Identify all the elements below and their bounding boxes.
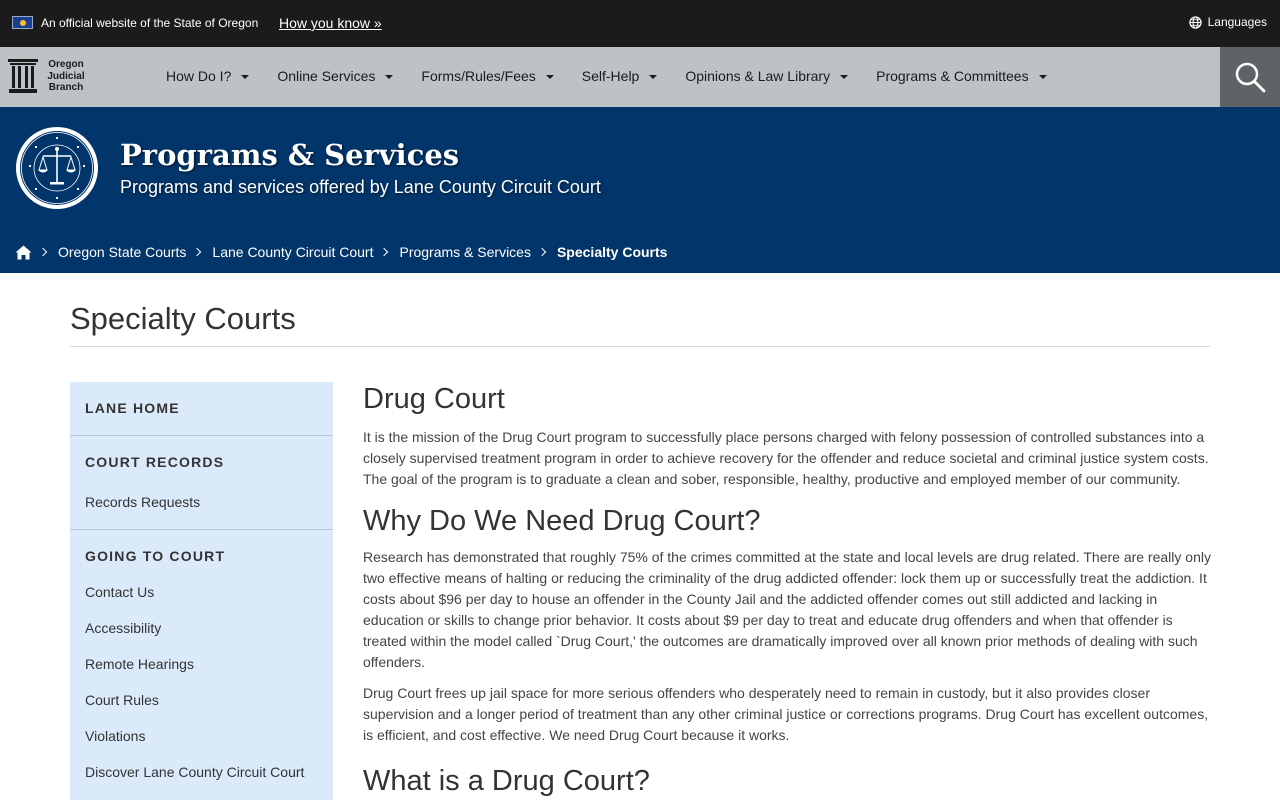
nav-label: Opinions & Law Library	[685, 68, 831, 84]
sidebar-section: GOING TO COURT Contact Us Accessibility …	[70, 530, 333, 799]
languages-label: Languages	[1207, 15, 1267, 29]
nav-opinions-law-library[interactable]: Opinions & Law Library	[685, 67, 849, 85]
main-content: Drug Court It is the mission of the Drug…	[363, 382, 1213, 800]
oregon-flag-icon	[12, 16, 33, 29]
courthouse-pillars-icon	[8, 59, 38, 93]
sidebar-link-violations[interactable]: Violations	[70, 727, 333, 763]
official-banner: An official website of the State of Oreg…	[0, 0, 1280, 47]
nav-label: Self-Help	[581, 68, 640, 84]
sidebar-link-remote-hearings[interactable]: Remote Hearings	[70, 655, 333, 691]
search-icon	[1235, 62, 1266, 93]
paragraph-research: Research has demonstrated that roughly 7…	[363, 549, 1211, 670]
how-you-know-link[interactable]: How you know »	[279, 14, 382, 32]
sidebar-link-court-rules[interactable]: Court Rules	[70, 691, 333, 727]
heading-drug-court: Drug Court	[363, 383, 505, 415]
sidebar-nav: LANE HOME COURT RECORDS Records Requests…	[70, 382, 333, 800]
breadcrumb: Oregon State Courts Lane County Circuit …	[15, 243, 667, 261]
caret-down-icon	[840, 75, 849, 79]
sidebar-section: LANE HOME	[70, 382, 333, 436]
nav-forms-rules-fees[interactable]: Forms/Rules/Fees	[421, 67, 554, 85]
nav-online-services[interactable]: Online Services	[277, 67, 394, 85]
caret-down-icon	[385, 75, 394, 79]
logo-text: Oregon Judicial Branch	[45, 59, 87, 94]
nav-programs-committees[interactable]: Programs & Committees	[876, 67, 1047, 85]
sidebar-section: COURT RECORDS Records Requests	[70, 436, 333, 530]
judicial-department-seal-icon	[16, 127, 98, 209]
caret-down-icon	[649, 75, 658, 79]
sidebar-link-records-requests[interactable]: Records Requests	[70, 493, 333, 529]
heading-why-drug-court: Why Do We Need Drug Court?	[363, 505, 761, 537]
caret-down-icon	[545, 75, 554, 79]
nav-label: Forms/Rules/Fees	[421, 68, 536, 84]
breadcrumb-link[interactable]: Lane County Circuit Court	[212, 243, 373, 261]
title-divider	[70, 346, 1210, 347]
logo-line: Oregon	[48, 59, 84, 70]
sidebar-link-accessibility[interactable]: Accessibility	[70, 619, 333, 655]
main-navigation: Oregon Judicial Branch How Do I? Online …	[0, 47, 1280, 107]
breadcrumb-link[interactable]: Oregon State Courts	[58, 243, 186, 261]
nav-self-help[interactable]: Self-Help	[582, 67, 658, 85]
nav-menu: How Do I? Online Services Forms/Rules/Fe…	[166, 67, 1075, 85]
sidebar-link-discover-lane[interactable]: Discover Lane County Circuit Court	[70, 763, 333, 799]
official-text: An official website of the State of Oreg…	[41, 16, 259, 30]
logo-line: Judicial	[47, 70, 85, 82]
sidebar-heading-court-records[interactable]: COURT RECORDS	[70, 436, 333, 493]
logo-line: Branch	[48, 82, 84, 93]
heading-what-is-drug-court: What is a Drug Court?	[363, 765, 650, 797]
nav-label: How Do I?	[166, 68, 232, 84]
search-button[interactable]	[1220, 47, 1280, 107]
chevron-right-icon	[38, 247, 48, 257]
hero-title: Programs & Services	[120, 138, 460, 172]
chevron-right-icon	[380, 247, 389, 257]
nav-label: Online Services	[277, 68, 376, 84]
breadcrumb-link[interactable]: Programs & Services	[399, 243, 530, 261]
languages-button[interactable]: Languages	[1188, 14, 1267, 30]
sidebar-heading-going-to-court[interactable]: GOING TO COURT	[70, 530, 333, 583]
hero-subtitle: Programs and services offered by Lane Co…	[120, 177, 601, 197]
sidebar-link-contact-us[interactable]: Contact Us	[70, 583, 333, 619]
globe-icon	[1188, 15, 1202, 29]
caret-down-icon	[241, 75, 250, 79]
sidebar-heading-lane-home[interactable]: LANE HOME	[70, 382, 333, 435]
chevron-right-icon	[193, 247, 202, 257]
nav-label: Programs & Committees	[876, 68, 1029, 84]
chevron-right-icon	[537, 247, 547, 257]
nav-how-do-i[interactable]: How Do I?	[166, 67, 250, 85]
breadcrumb-current: Specialty Courts	[556, 244, 668, 260]
paragraph-mission: It is the mission of the Drug Court prog…	[363, 429, 1209, 487]
page-hero: Programs & Services Programs and service…	[0, 107, 1280, 273]
paragraph-frees-jail-space: Drug Court frees up jail space for more …	[363, 685, 1209, 743]
caret-down-icon	[1038, 75, 1047, 79]
ojb-logo[interactable]: Oregon Judicial Branch	[8, 59, 103, 95]
home-icon[interactable]	[15, 245, 32, 260]
page-title: Specialty Courts	[70, 301, 296, 336]
